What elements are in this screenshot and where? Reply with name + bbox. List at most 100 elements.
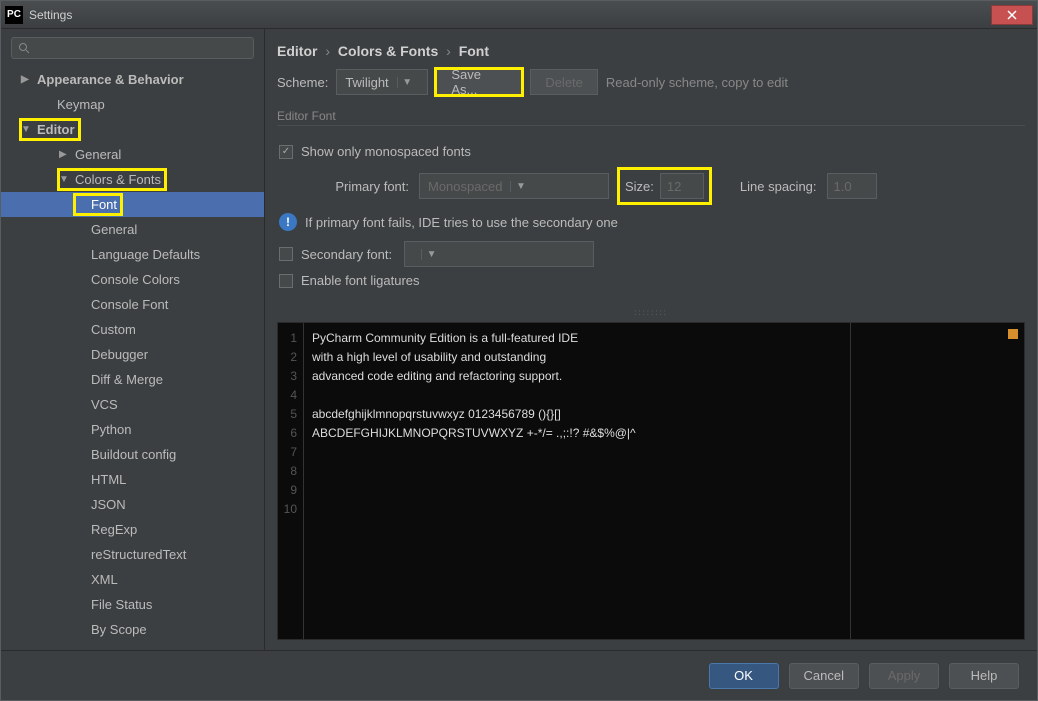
tree-item-file-status[interactable]: File Status	[1, 592, 264, 617]
tree-item-label: reStructuredText	[87, 545, 190, 564]
ligatures-checkbox[interactable]	[279, 274, 293, 288]
primary-font-value: Monospaced	[420, 179, 510, 194]
save-as-button[interactable]: Save As...	[436, 69, 522, 95]
tree-item-editor[interactable]: ▼Editor	[1, 117, 264, 142]
tree-item-label: VCS	[87, 395, 122, 414]
app-icon: PC	[5, 6, 23, 24]
settings-tree[interactable]: ▶Appearance & BehaviorKeymap▼Editor▶Gene…	[1, 67, 264, 650]
delete-button: Delete	[530, 69, 598, 95]
chevron-right-icon: ▶	[59, 149, 71, 160]
tree-item-general[interactable]: General	[1, 217, 264, 242]
warning-marker-icon	[1008, 329, 1018, 339]
chevron-down-icon: ▼	[21, 124, 33, 135]
tree-item-json[interactable]: JSON	[1, 492, 264, 517]
tree-item-appearance-behavior[interactable]: ▶Appearance & Behavior	[1, 67, 264, 92]
tree-item-custom[interactable]: Custom	[1, 317, 264, 342]
tree-item-label: Diff & Merge	[87, 370, 167, 389]
search-icon	[18, 42, 30, 54]
tree-item-general[interactable]: ▶General	[1, 142, 264, 167]
tree-item-label: Editor	[33, 120, 79, 139]
tree-item-label: Font	[87, 195, 121, 214]
gutter: 12345678910	[278, 323, 304, 639]
tree-item-debugger[interactable]: Debugger	[1, 342, 264, 367]
linespacing-input[interactable]	[827, 173, 877, 199]
close-button[interactable]	[991, 5, 1033, 25]
tree-item-console-colors[interactable]: Console Colors	[1, 267, 264, 292]
tree-item-by-scope[interactable]: By Scope	[1, 617, 264, 642]
tree-item-regexp[interactable]: RegExp	[1, 517, 264, 542]
tree-item-xml[interactable]: XML	[1, 567, 264, 592]
tree-item-buildout-config[interactable]: Buildout config	[1, 442, 264, 467]
tree-item-console-font[interactable]: Console Font	[1, 292, 264, 317]
secondary-font-dropdown: ▼	[404, 241, 594, 267]
tree-item-label: Appearance & Behavior	[33, 70, 188, 89]
chevron-down-icon: ▼	[59, 174, 71, 185]
content-pane: Editor › Colors & Fonts › Font Scheme: T…	[265, 29, 1037, 650]
tree-item-label: File Status	[87, 595, 156, 614]
font-preview: 12345678910 PyCharm Community Edition is…	[277, 322, 1025, 640]
tree-item-label: Custom	[87, 320, 140, 339]
ok-button[interactable]: OK	[709, 663, 779, 689]
size-input[interactable]	[660, 173, 704, 199]
info-text: If primary font fails, IDE tries to use …	[305, 215, 618, 230]
search-input[interactable]	[34, 41, 247, 55]
ligatures-label: Enable font ligatures	[301, 273, 420, 288]
primary-font-dropdown: Monospaced ▼	[419, 173, 609, 199]
tree-item-diff-merge[interactable]: Diff & Merge	[1, 367, 264, 392]
apply-button: Apply	[869, 663, 939, 689]
chevron-down-icon: ▼	[510, 181, 530, 192]
preview-code: PyCharm Community Edition is a full-feat…	[304, 323, 644, 639]
scheme-dropdown[interactable]: Twilight ▼	[336, 69, 428, 95]
chevron-right-icon: ▶	[21, 74, 33, 85]
show-mono-label: Show only monospaced fonts	[301, 144, 471, 159]
tree-item-label: Keymap	[53, 95, 109, 114]
breadcrumb-colors[interactable]: Colors & Fonts	[338, 43, 438, 59]
scheme-value: Twilight	[337, 75, 396, 90]
tree-item-label: Language Defaults	[87, 245, 204, 264]
tree-item-colors-fonts[interactable]: ▼Colors & Fonts	[1, 167, 264, 192]
tree-item-label: Buildout config	[87, 445, 180, 464]
tree-item-html[interactable]: HTML	[1, 467, 264, 492]
tree-item-keymap[interactable]: Keymap	[1, 92, 264, 117]
dialog-footer: OK Cancel Apply Help	[1, 650, 1037, 700]
settings-window: PC Settings ▶Appearance & BehaviorKeymap…	[0, 0, 1038, 701]
secondary-font-label: Secondary font:	[301, 247, 392, 262]
tree-item-label: JSON	[87, 495, 130, 514]
chevron-right-icon: ›	[446, 43, 451, 59]
tree-item-restructuredtext[interactable]: reStructuredText	[1, 542, 264, 567]
show-mono-checkbox[interactable]	[279, 145, 293, 159]
tree-item-label: RegExp	[87, 520, 141, 539]
chevron-down-icon: ▼	[397, 77, 417, 88]
search-box[interactable]	[11, 37, 254, 59]
tree-item-vcs[interactable]: VCS	[1, 392, 264, 417]
breadcrumb-editor[interactable]: Editor	[277, 43, 317, 59]
primary-font-label: Primary font:	[319, 179, 409, 194]
tree-item-label: General	[87, 220, 141, 239]
tree-item-label: Debugger	[87, 345, 152, 364]
tree-item-label: Colors & Fonts	[71, 170, 165, 189]
tree-item-font[interactable]: Font	[1, 192, 264, 217]
help-button[interactable]: Help	[949, 663, 1019, 689]
breadcrumb: Editor › Colors & Fonts › Font	[277, 39, 1025, 69]
close-icon	[1007, 10, 1017, 20]
window-title: Settings	[29, 8, 991, 22]
chevron-right-icon: ›	[325, 43, 330, 59]
margin-line	[850, 323, 851, 639]
tree-item-python[interactable]: Python	[1, 417, 264, 442]
breadcrumb-font: Font	[459, 43, 489, 59]
readonly-note: Read-only scheme, copy to edit	[606, 75, 788, 90]
chevron-down-icon: ▼	[421, 249, 441, 260]
titlebar: PC Settings	[1, 1, 1037, 29]
secondary-font-checkbox[interactable]	[279, 247, 293, 261]
tree-item-label: XML	[87, 570, 122, 589]
size-label: Size:	[625, 179, 654, 194]
tree-item-language-defaults[interactable]: Language Defaults	[1, 242, 264, 267]
scheme-label: Scheme:	[277, 75, 328, 90]
linespacing-label: Line spacing:	[740, 179, 817, 194]
tree-item-label: General	[71, 145, 125, 164]
splitter-gripper[interactable]: ::::::::	[277, 308, 1025, 314]
info-icon: !	[279, 213, 297, 231]
cancel-button[interactable]: Cancel	[789, 663, 859, 689]
tree-item-label: Python	[87, 420, 135, 439]
sidebar: ▶Appearance & BehaviorKeymap▼Editor▶Gene…	[1, 29, 265, 650]
